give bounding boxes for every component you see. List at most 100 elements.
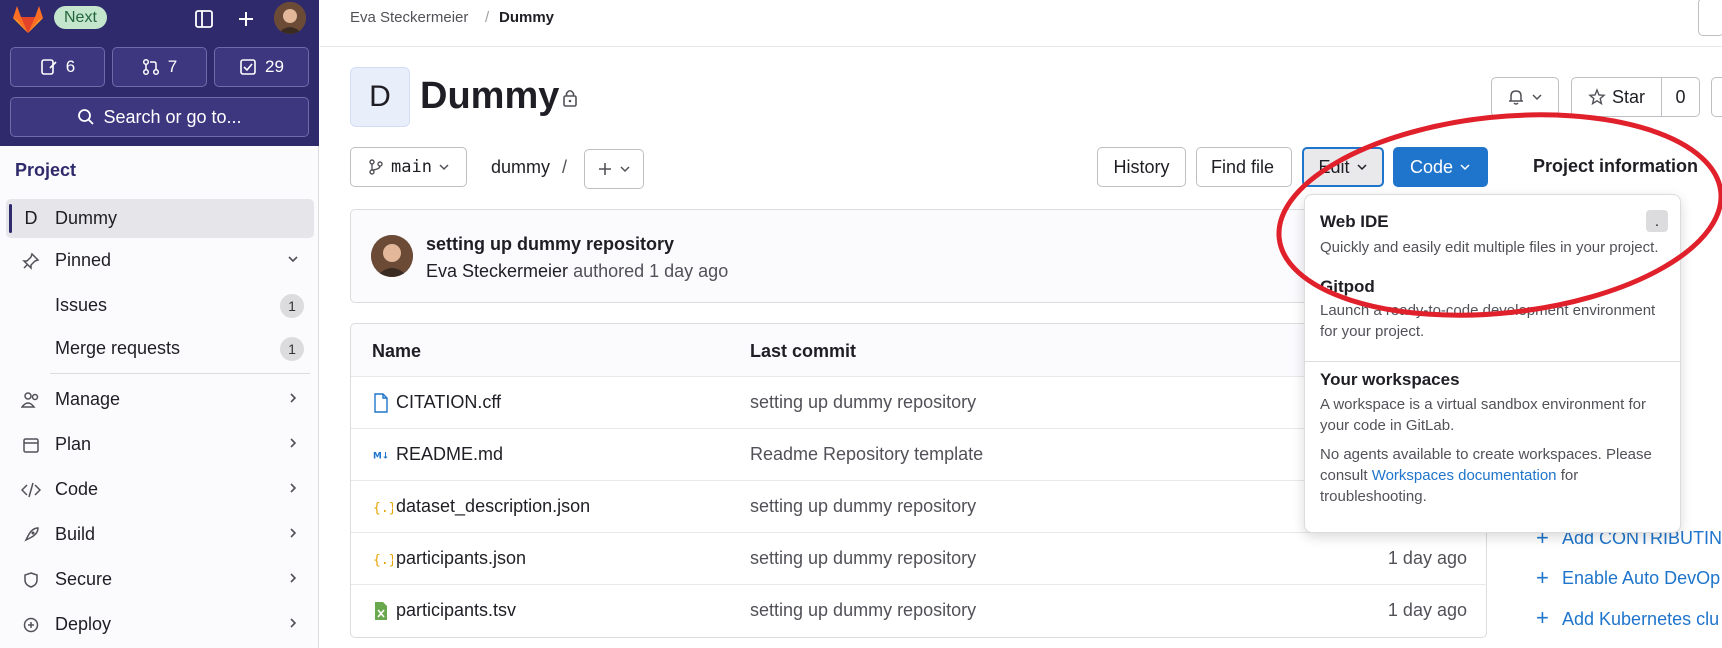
sidebar-item-label: Secure bbox=[55, 569, 113, 589]
file-commit[interactable]: Readme Repository template bbox=[750, 444, 983, 465]
create-new-icon[interactable] bbox=[230, 4, 262, 34]
sidebar-item-issues[interactable]: Issues 1 bbox=[6, 286, 314, 325]
sidebar-item-merge-requests[interactable]: Merge requests 1 bbox=[6, 329, 314, 368]
sidebar-item-label: Build bbox=[55, 524, 96, 544]
chevron-down-icon bbox=[439, 164, 449, 171]
workspaces-description: A workspace is a virtual sandbox environ… bbox=[1320, 396, 1646, 434]
sidebar-section-title: Project bbox=[15, 160, 77, 180]
star-icon bbox=[1588, 88, 1606, 106]
sidebar-item-pinned[interactable]: Pinned bbox=[6, 241, 314, 280]
file-name[interactable]: README.md bbox=[396, 444, 503, 465]
path-separator: / bbox=[562, 157, 568, 177]
find-file-button[interactable]: Find file bbox=[1196, 147, 1292, 187]
sidebar-item-secure[interactable]: Secure bbox=[6, 560, 314, 599]
fork-button[interactable] bbox=[1711, 77, 1722, 117]
chevron-down-icon bbox=[1460, 164, 1470, 171]
star-count[interactable]: 0 bbox=[1661, 77, 1700, 117]
rocket-icon bbox=[20, 524, 42, 546]
project-information-heading: Project information bbox=[1533, 156, 1699, 176]
project-letter-icon: D bbox=[24, 208, 38, 228]
plus-icon: + bbox=[1536, 605, 1549, 630]
sidebar-item-manage[interactable]: Manage bbox=[6, 380, 314, 419]
sidebar-item-deploy[interactable]: Deploy bbox=[6, 605, 314, 644]
star-button[interactable]: Star bbox=[1571, 77, 1662, 117]
file-commit[interactable]: setting up dummy repository bbox=[750, 496, 976, 517]
page-title: Dummy bbox=[420, 75, 560, 117]
commit-author-avatar[interactable] bbox=[371, 235, 413, 277]
sidebar-item-label: Deploy bbox=[55, 614, 112, 634]
chevron-down-icon bbox=[620, 166, 630, 173]
chevron-down-icon bbox=[1532, 94, 1542, 101]
gitlab-logo-icon[interactable] bbox=[11, 4, 45, 34]
plus-icon bbox=[599, 163, 611, 175]
repo-path[interactable]: dummy bbox=[491, 157, 550, 178]
sidebar-item-label: Manage bbox=[55, 389, 121, 409]
search-button[interactable]: Search or go to... bbox=[10, 97, 309, 137]
web-ide-title: Web IDE bbox=[1320, 212, 1389, 231]
sidebar-item-label: Issues bbox=[55, 295, 108, 315]
sidebar-item-build[interactable]: Build bbox=[6, 515, 314, 554]
issues-count-badge: 1 bbox=[280, 293, 304, 318]
user-avatar[interactable] bbox=[274, 2, 306, 34]
search-label: Search or go to... bbox=[103, 106, 242, 127]
enable-auto-devops-link[interactable]: Enable Auto DevOp bbox=[1562, 568, 1720, 589]
breadcrumb-separator: / bbox=[485, 9, 490, 26]
history-button[interactable]: History bbox=[1097, 147, 1186, 187]
sidebar-item-label: Merge requests bbox=[55, 338, 181, 358]
web-ide-menu-item[interactable]: Web IDE . Quickly and easily edit multip… bbox=[1305, 195, 1680, 265]
merge-requests-counter-button[interactable]: 7 bbox=[112, 47, 207, 87]
file-name[interactable]: CITATION.cff bbox=[396, 392, 501, 413]
commit-author[interactable]: Eva Steckermeier bbox=[426, 261, 568, 281]
file-date: 1 day ago bbox=[1387, 600, 1467, 620]
file-commit[interactable]: setting up dummy repository bbox=[750, 548, 976, 569]
lock-icon bbox=[563, 89, 577, 107]
sidebar-header: Next 6 7 29 Search or go to... bbox=[0, 0, 319, 146]
todos-counter-button[interactable]: 29 bbox=[214, 47, 309, 87]
dropdown-divider bbox=[1305, 361, 1680, 362]
sidebar: Next 6 7 29 Search or go to... Project D bbox=[0, 0, 319, 648]
json-file-icon: {.} bbox=[373, 501, 393, 516]
pin-icon bbox=[20, 250, 42, 272]
users-icon bbox=[20, 389, 42, 411]
file-name[interactable]: participants.json bbox=[396, 548, 526, 569]
add-to-tree-button[interactable] bbox=[584, 149, 644, 189]
sidebar-item-code[interactable]: Code bbox=[6, 470, 314, 509]
merge-request-icon bbox=[142, 58, 159, 76]
branch-selector[interactable]: main bbox=[350, 147, 467, 187]
issues-counter-button[interactable]: 6 bbox=[10, 47, 105, 87]
deploy-icon bbox=[20, 614, 42, 636]
file-name[interactable]: participants.tsv bbox=[396, 600, 516, 621]
breadcrumb-project[interactable]: Dummy bbox=[499, 9, 554, 26]
add-kubernetes-cluster-link[interactable]: Add Kubernetes clu bbox=[1562, 609, 1719, 630]
collapse-right-panel-button[interactable] bbox=[1698, 0, 1722, 36]
sidebar-item-label: Code bbox=[55, 479, 99, 499]
project-avatar: D bbox=[350, 67, 410, 127]
file-commit[interactable]: setting up dummy repository bbox=[750, 600, 976, 621]
code-label: Code bbox=[1409, 156, 1454, 177]
next-badge[interactable]: Next bbox=[54, 6, 107, 29]
merge-requests-count: 7 bbox=[167, 57, 178, 76]
chevron-right-icon bbox=[286, 479, 300, 500]
breadcrumb-owner[interactable]: Eva Steckermeier bbox=[350, 9, 468, 26]
issues-icon bbox=[40, 59, 57, 75]
code-button[interactable]: Code bbox=[1393, 147, 1488, 187]
commit-message[interactable]: setting up dummy repository bbox=[426, 234, 674, 255]
star-label: Star bbox=[1611, 86, 1645, 107]
table-row[interactable]: participants.tsv setting up dummy reposi… bbox=[351, 584, 1487, 636]
file-commit[interactable]: setting up dummy repository bbox=[750, 392, 976, 413]
file-name[interactable]: dataset_description.json bbox=[396, 496, 590, 517]
notifications-button[interactable] bbox=[1491, 77, 1559, 117]
table-row[interactable]: {.} participants.json setting up dummy r… bbox=[351, 532, 1487, 584]
file-date: 1 day ago bbox=[1387, 548, 1467, 568]
chevron-right-icon bbox=[286, 389, 300, 410]
gitpod-menu-item[interactable]: Gitpod Launch a ready-to-code developmen… bbox=[1305, 275, 1680, 355]
gitpod-description: Launch a ready-to-code development envir… bbox=[1320, 302, 1656, 340]
branch-icon bbox=[369, 159, 383, 175]
edit-button[interactable]: Edit bbox=[1302, 147, 1384, 187]
workspaces-documentation-link[interactable]: Workspaces documentation bbox=[1372, 467, 1557, 484]
sidebar-item-plan[interactable]: Plan bbox=[6, 425, 314, 464]
branch-name: main bbox=[391, 157, 432, 177]
sidebar-item-dummy[interactable]: D Dummy bbox=[6, 199, 314, 238]
column-header-name: Name bbox=[372, 341, 422, 361]
toggle-sidebar-icon[interactable] bbox=[188, 4, 220, 34]
